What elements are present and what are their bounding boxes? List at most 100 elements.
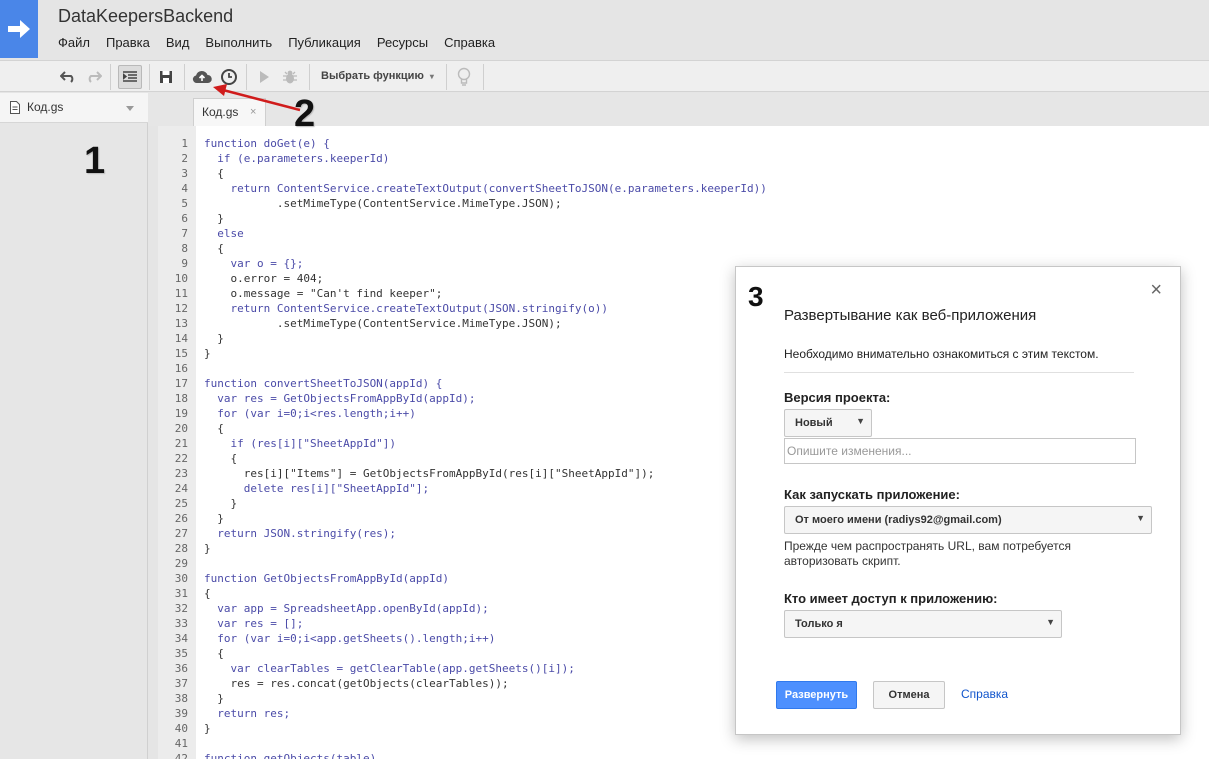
code-line: var app = SpreadsheetApp.openById(appId)… xyxy=(204,602,489,615)
chevron-down-icon: ▼ xyxy=(856,416,865,426)
line-number: 7 xyxy=(181,227,188,240)
line-number: 29 xyxy=(174,557,188,570)
code-line: return res; xyxy=(204,707,291,720)
undo-button[interactable] xyxy=(56,65,80,89)
function-select[interactable]: Выбрать функцию ▾ xyxy=(321,70,434,82)
lightbulb-icon xyxy=(457,67,471,86)
run-as-note: Прежде чем распространять URL, вам потре… xyxy=(784,539,1072,568)
indent-toggle-button[interactable] xyxy=(118,65,142,89)
indent-icon xyxy=(123,71,137,82)
toolbar: Выбрать функцию ▾ xyxy=(0,60,1209,92)
close-icon[interactable]: × xyxy=(1150,279,1162,302)
chevron-down-icon: ▾ xyxy=(429,72,434,81)
code-line: res = res.concat(getObjects(clearTables)… xyxy=(204,677,509,690)
code-line: return ContentService.createTextOutput(c… xyxy=(204,182,767,195)
line-number: 12 xyxy=(174,302,188,315)
menu-resources[interactable]: Ресурсы xyxy=(369,34,436,51)
code-line: o.message = "Can't find keeper"; xyxy=(204,287,443,300)
menu-bar: Файл Правка Вид Выполнить Публикация Рес… xyxy=(50,34,503,51)
code-line: { xyxy=(204,422,224,435)
code-line: delete res[i]["SheetAppId"]; xyxy=(204,482,430,495)
file-item[interactable]: Код.gs xyxy=(0,93,148,123)
annotation-number: 3 xyxy=(748,281,764,312)
code-line: } xyxy=(204,722,211,735)
function-select-label: Выбрать функцию xyxy=(321,70,424,82)
line-number: 24 xyxy=(174,482,188,495)
line-number: 27 xyxy=(174,527,188,540)
code-line: } xyxy=(204,497,238,510)
project-title[interactable]: DataKeepersBackend xyxy=(58,6,233,27)
file-panel: Код.gs xyxy=(0,93,148,759)
run-as-value: От моего имени (radiys92@gmail.com) xyxy=(795,514,1002,526)
menu-edit[interactable]: Правка xyxy=(98,34,158,51)
code-line: if (e.parameters.keeperId) xyxy=(204,152,390,165)
code-line: } xyxy=(204,212,224,225)
line-number: 15 xyxy=(174,347,188,360)
menu-help[interactable]: Справка xyxy=(436,34,503,51)
redo-button[interactable] xyxy=(82,65,106,89)
run-as-label: Как запускать приложение: xyxy=(784,487,960,502)
line-number: 9 xyxy=(181,257,188,270)
line-number: 18 xyxy=(174,392,188,405)
line-number: 36 xyxy=(174,662,188,675)
undo-icon xyxy=(60,71,74,83)
menu-publish[interactable]: Публикация xyxy=(280,34,369,51)
line-number: 30 xyxy=(174,572,188,585)
code-line: } xyxy=(204,542,211,555)
divider xyxy=(784,372,1134,373)
save-button[interactable] xyxy=(154,65,178,89)
dialog-title: Развертывание как веб-приложения xyxy=(784,307,1037,324)
line-number: 10 xyxy=(174,272,188,285)
menu-run[interactable]: Выполнить xyxy=(197,34,280,51)
deploy-button[interactable]: Развернуть xyxy=(776,681,857,709)
line-number: 40 xyxy=(174,722,188,735)
menu-view[interactable]: Вид xyxy=(158,34,198,51)
access-select[interactable]: Только я ▼ xyxy=(784,610,1062,638)
code-line: function GetObjectsFromAppById(appId) xyxy=(204,572,450,585)
access-value: Только я xyxy=(795,618,843,630)
code-line: .setMimeType(ContentService.MimeType.JSO… xyxy=(204,317,562,330)
code-line: function doGet(e) { xyxy=(204,137,330,150)
run-as-select[interactable]: От моего имени (radiys92@gmail.com) ▼ xyxy=(784,506,1152,534)
code-line: { xyxy=(204,452,238,465)
code-line: var res = []; xyxy=(204,617,304,630)
menu-file[interactable]: Файл xyxy=(50,34,98,51)
line-number: 13 xyxy=(174,317,188,330)
line-number: 42 xyxy=(174,752,188,759)
code-line: return ContentService.createTextOutput(J… xyxy=(204,302,608,315)
line-number: 39 xyxy=(174,707,188,720)
cancel-button[interactable]: Отмена xyxy=(873,681,945,709)
line-number: 21 xyxy=(174,437,188,450)
line-number: 28 xyxy=(174,542,188,555)
line-number: 8 xyxy=(181,242,188,255)
line-number: 6 xyxy=(181,212,188,225)
code-line: } xyxy=(204,512,224,525)
code-line: function getObjects(table) xyxy=(204,752,377,759)
line-number: 37 xyxy=(174,677,188,690)
redo-icon xyxy=(88,71,102,83)
tips-button[interactable] xyxy=(452,65,476,89)
chevron-down-icon[interactable] xyxy=(126,106,134,111)
version-value: Новый xyxy=(795,417,833,429)
annotation-number: 1 xyxy=(84,140,106,182)
version-label: Версия проекта: xyxy=(784,390,891,405)
line-number: 22 xyxy=(174,452,188,465)
code-line: else xyxy=(204,227,244,240)
code-line: function convertSheetToJSON(appId) { xyxy=(204,377,443,390)
line-number: 17 xyxy=(174,377,188,390)
line-number: 32 xyxy=(174,602,188,615)
app-logo[interactable] xyxy=(0,0,38,58)
code-line: } xyxy=(204,347,211,360)
line-number: 23 xyxy=(174,467,188,480)
line-number: 2 xyxy=(181,152,188,165)
help-link[interactable]: Справка xyxy=(961,687,1008,701)
code-line: } xyxy=(204,692,224,705)
changes-input[interactable]: Опишите изменения... xyxy=(784,438,1136,464)
code-line: var clearTables = getClearTable(app.getS… xyxy=(204,662,575,675)
code-line: if (res[i]["SheetAppId"]) xyxy=(204,437,397,450)
line-number: 38 xyxy=(174,692,188,705)
version-select[interactable]: Новый ▼ xyxy=(784,409,872,437)
line-number: 33 xyxy=(174,617,188,630)
annotation-number: 2 xyxy=(294,93,316,135)
code-line: for (var i=0;i<app.getSheets().length;i+… xyxy=(204,632,496,645)
